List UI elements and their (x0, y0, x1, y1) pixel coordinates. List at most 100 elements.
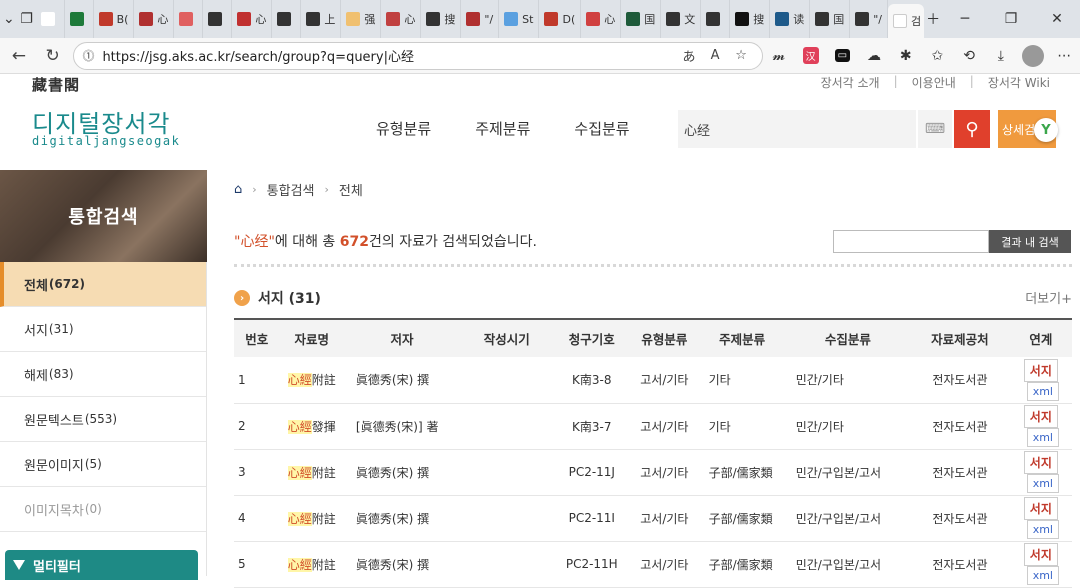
search-button[interactable]: ⚲ (954, 110, 990, 148)
browser-tab[interactable] (272, 0, 302, 38)
nav-type[interactable]: 유형분류 (376, 118, 431, 139)
row-links: 서지xml (1009, 357, 1072, 404)
reload-icon[interactable]: ↻ (38, 41, 68, 71)
breadcrumb-search[interactable]: 통합검색 (267, 180, 315, 199)
bibliography-button[interactable]: 서지 (1023, 497, 1058, 520)
top-link-wiki[interactable]: 장서각 Wiki (988, 74, 1050, 91)
row-author: 眞德秀(宋) 撰 (343, 449, 461, 496)
xml-button[interactable]: xml (1026, 381, 1059, 401)
sidebar-item[interactable]: 해제 (83) (0, 352, 206, 397)
active-tab[interactable]: 검 ✕ (888, 4, 925, 38)
browser-tab[interactable]: 国 (621, 0, 662, 38)
table-row[interactable]: 5 心經附註 眞德秀(宋) 撰 PC2-11H 고서/기타 子部/儒家類 민간/구입본/고서… (234, 541, 1072, 588)
row-title[interactable]: 心經附註 (279, 495, 344, 542)
browser-tab[interactable]: 上 (301, 0, 342, 38)
top-link-about[interactable]: 장서각 소개 (821, 74, 880, 91)
browser-tab[interactable] (65, 0, 94, 38)
more-menu-icon[interactable]: ⋯ (1048, 41, 1080, 71)
history-icon[interactable]: ⟲ (953, 41, 985, 71)
sidebar-item[interactable]: 서지 (31) (0, 307, 206, 352)
table-row[interactable]: 3 心經附註 眞德秀(宋) 撰 PC2-11J 고서/기타 子部/儒家類 민간/구입본/고서… (234, 449, 1072, 496)
search-input[interactable]: 心经 (678, 110, 916, 148)
keyboard-icon[interactable]: ⌨ (918, 110, 952, 148)
browser-tab[interactable]: 国 (810, 0, 851, 38)
sidebar-item[interactable]: 전체 (672) (0, 262, 206, 307)
column-header: 수집분류 (824, 332, 871, 347)
sidebar-item[interactable]: 이미지목차 (0) (0, 487, 206, 532)
browser-tab[interactable]: "/ (850, 0, 888, 38)
row-title[interactable]: 心經發揮 (279, 403, 344, 450)
site-info-icon[interactable]: ⓵ (82, 47, 102, 64)
address-bar: ← ↻ ⓵ https://jsg.aks.ac.kr/search/group… (0, 38, 1080, 74)
minimize-icon[interactable]: ─ (942, 0, 988, 38)
tab-favicon-icon (706, 12, 721, 26)
immersive-reader-icon[interactable]: A (702, 48, 728, 63)
xml-button[interactable]: xml (1026, 520, 1059, 539)
browser-tab[interactable] (174, 0, 204, 38)
browser-tab[interactable]: B( (94, 0, 135, 38)
nav-subject[interactable]: 주제분류 (475, 118, 530, 139)
browser-tab[interactable]: "/ (461, 0, 500, 38)
more-link[interactable]: 더보기+ (1025, 288, 1072, 307)
home-icon[interactable]: ⌂ (234, 182, 242, 197)
browser-tab[interactable]: 心 (134, 0, 175, 38)
browser-tab[interactable]: 心 (232, 0, 273, 38)
breadcrumb-all[interactable]: 전체 (339, 180, 363, 199)
result-search-input[interactable] (833, 230, 989, 253)
row-type: 고서/기타 (630, 357, 699, 404)
extension-m-icon[interactable]: 𝓶 (763, 41, 795, 71)
table-row[interactable]: 2 心經發揮 [眞德秀(宋)] 著 K南3-7 고서/기타 기타 민간/기타 전자도서관 서지x… (234, 403, 1072, 450)
browser-tab[interactable]: St (499, 0, 540, 38)
row-title[interactable]: 心經附註 (279, 541, 344, 588)
downloads-icon[interactable]: ⤓ (985, 41, 1017, 71)
extension-black-icon[interactable]: ▭ (826, 41, 858, 71)
restore-icon[interactable]: ❐ (988, 0, 1034, 38)
browser-tab[interactable]: D( (539, 0, 582, 38)
sidebar-item[interactable]: 원문텍스트 (553) (0, 397, 206, 442)
bibliography-button[interactable]: 서지 (1023, 358, 1058, 382)
read-aloud-icon[interactable]: あ (676, 46, 702, 65)
tab-favicon-icon (139, 12, 154, 26)
browser-tab[interactable] (203, 0, 233, 38)
profile-avatar[interactable] (1017, 41, 1049, 71)
browser-tab[interactable]: 心 (381, 0, 422, 38)
browser-tab[interactable]: 心 (581, 0, 622, 38)
sidebar-item[interactable]: 원문이미지 (5) (0, 442, 206, 487)
table-row[interactable]: 1 心經附註 眞德秀(宋) 撰 K南3-8 고서/기타 기타 민간/기타 전자도서관 서지xml (234, 357, 1072, 404)
nav-collection[interactable]: 수집분류 (574, 118, 629, 139)
xml-button[interactable]: xml (1026, 428, 1059, 447)
bibliography-button[interactable]: 서지 (1023, 451, 1058, 474)
row-subject: 子部/儒家類 (698, 495, 786, 542)
workspaces-icon[interactable]: ❐ (18, 0, 36, 38)
result-search-button[interactable]: 결과 내 검색 (989, 230, 1071, 253)
row-number: 4 (234, 495, 280, 542)
browser-tab[interactable]: 搜 (421, 0, 462, 38)
row-title[interactable]: 心經附註 (279, 449, 344, 496)
browser-tab[interactable]: 文 (661, 0, 702, 38)
top-link-guide[interactable]: 이용안내 (912, 74, 956, 91)
new-tab-plus-icon[interactable]: ＋ (924, 0, 942, 38)
logo-hanja[interactable]: 藏書閣 (32, 74, 80, 95)
browser-tab[interactable]: 强 (341, 0, 382, 38)
browser-tab[interactable]: 读 (770, 0, 811, 38)
extension-red-icon[interactable]: 汉 (795, 41, 827, 71)
favorite-star-icon[interactable]: ☆ (728, 48, 754, 63)
y-extension-badge-icon[interactable]: Y (1034, 118, 1058, 142)
xml-button[interactable]: xml (1026, 474, 1059, 493)
tab-list-chevron-icon[interactable]: ⌄ (0, 0, 18, 38)
url-input[interactable]: ⓵ https://jsg.aks.ac.kr/search/group?q=q… (73, 41, 764, 70)
favorites-icon[interactable]: ✩ (922, 41, 954, 71)
row-title[interactable]: 心經附註 (279, 357, 344, 404)
browser-tab[interactable] (701, 0, 731, 38)
bibliography-button[interactable]: 서지 (1023, 543, 1058, 566)
row-number: 2 (234, 403, 280, 450)
cloud-icon[interactable]: ☁ (858, 41, 890, 71)
table-row[interactable]: 4 心經附註 眞德秀(宋) 撰 PC2-11I 고서/기타 子部/儒家類 민간/구입본/고서… (234, 495, 1072, 542)
close-window-icon[interactable]: ✕ (1034, 0, 1080, 38)
back-arrow-icon[interactable]: ← (4, 41, 34, 71)
browser-tab[interactable]: 搜 (730, 0, 771, 38)
extensions-puzzle-icon[interactable]: ✱ (890, 41, 922, 71)
browser-tab[interactable] (36, 0, 65, 38)
row-call: K南3-8 (553, 357, 631, 404)
bibliography-button[interactable]: 서지 (1023, 405, 1058, 428)
